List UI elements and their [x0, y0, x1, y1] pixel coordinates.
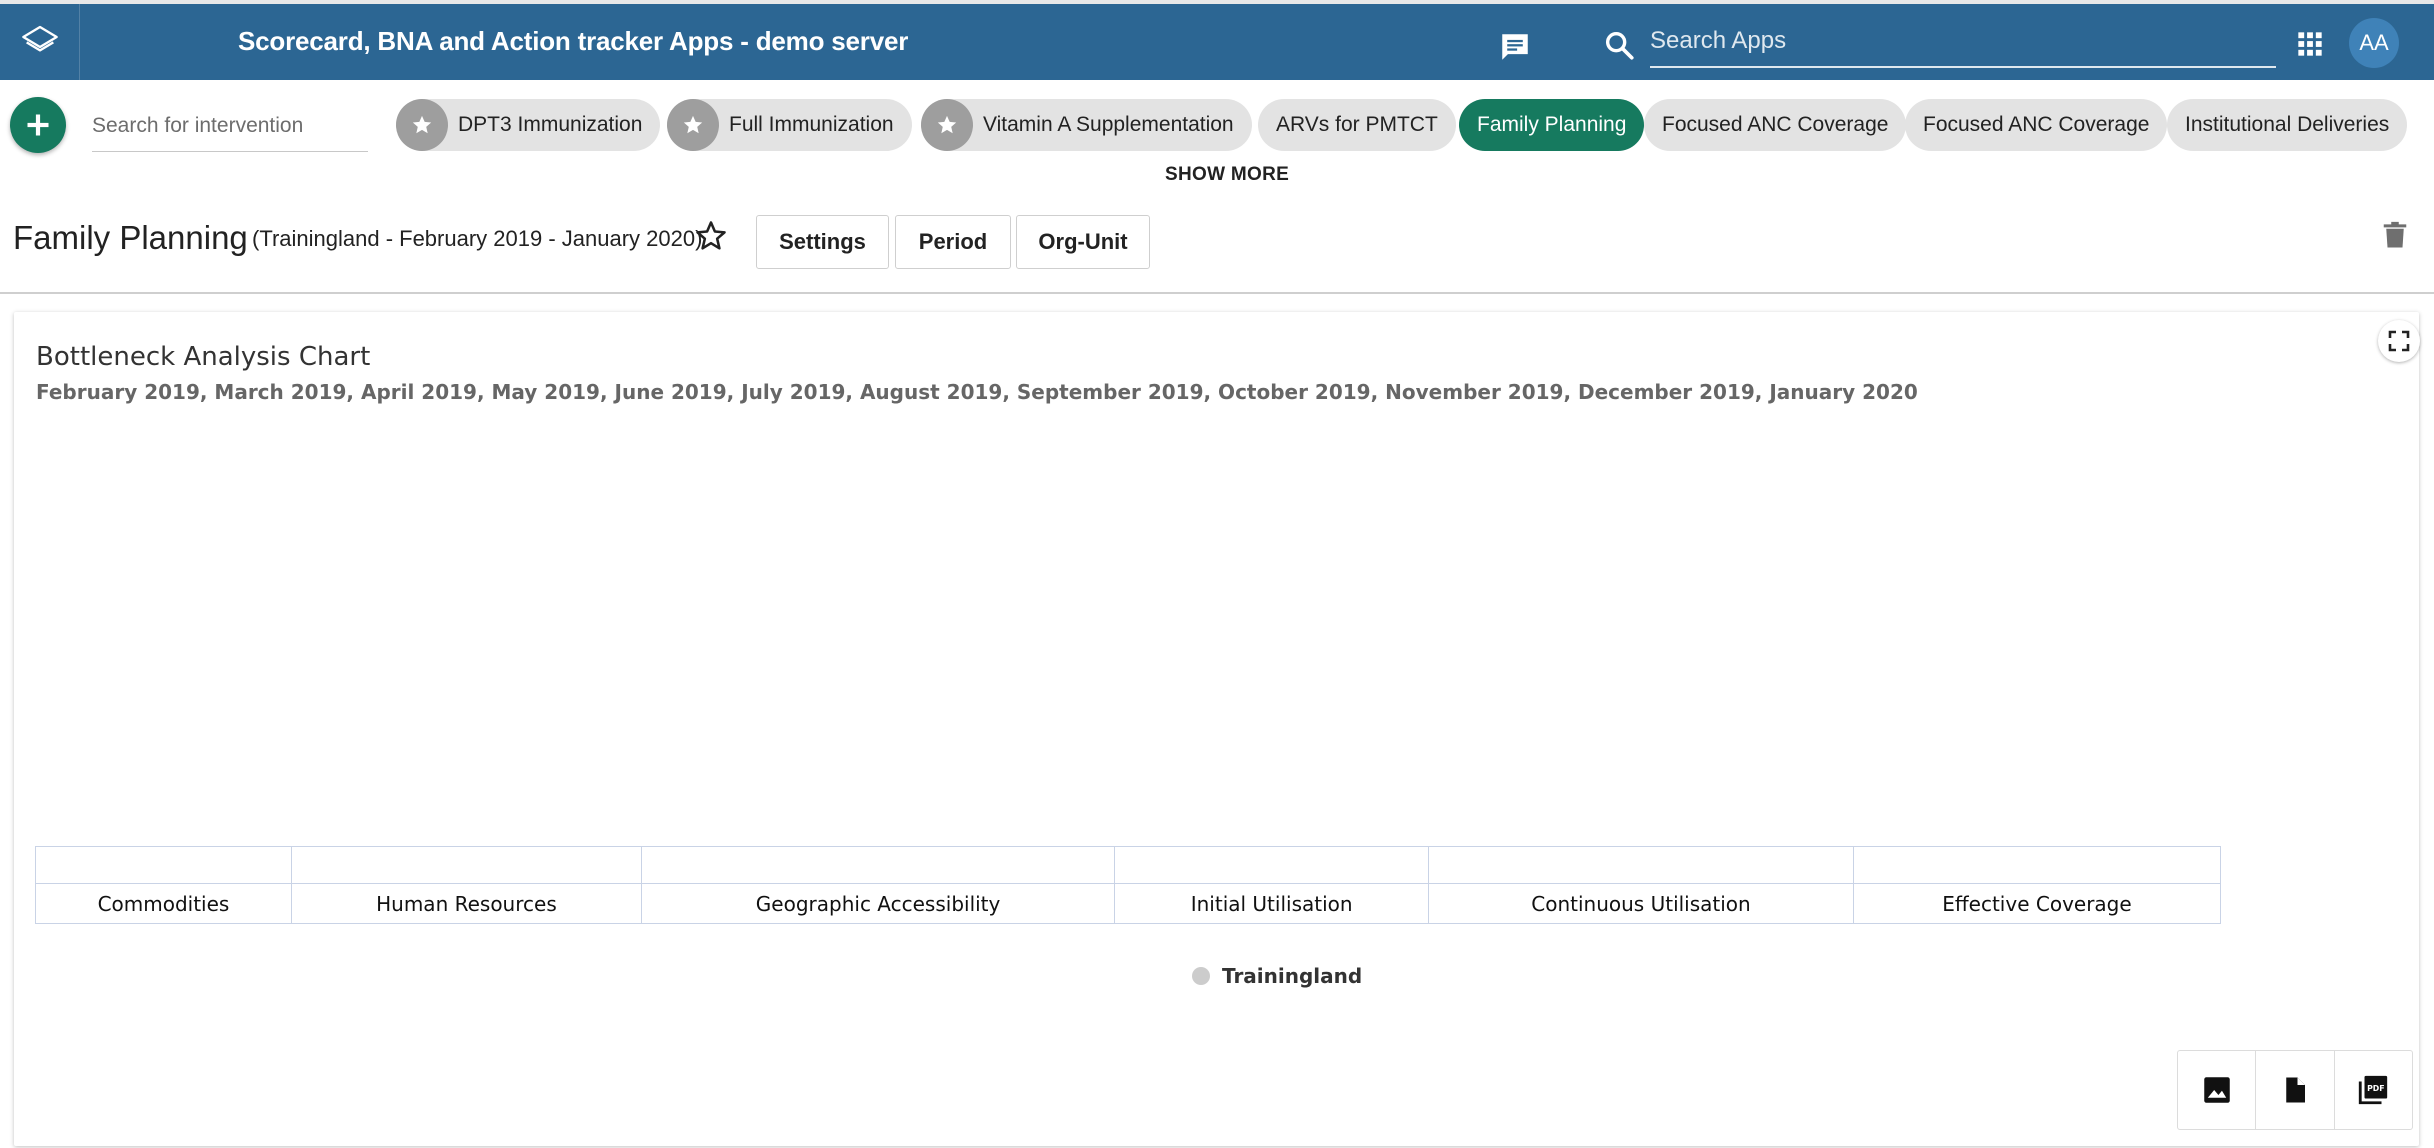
table-row: Commodities Human Resources Geographic A… — [35, 883, 2222, 924]
message-icon[interactable] — [1497, 30, 1533, 69]
apps-grid-icon[interactable] — [2296, 30, 2324, 63]
chip-full-immunization[interactable]: Full Immunization — [667, 99, 912, 151]
x-axis-label-effective-coverage: Effective Coverage — [1852, 883, 2222, 924]
fullscreen-icon — [2388, 330, 2410, 352]
user-avatar[interactable]: AA — [2349, 18, 2399, 68]
export-toolbar: PDF — [2177, 1050, 2413, 1130]
delete-icon[interactable] — [2380, 218, 2410, 257]
org-unit-button[interactable]: Org-Unit — [1016, 215, 1150, 269]
table-cell — [1114, 846, 1430, 884]
chart-subtitle: February 2019, March 2019, April 2019, M… — [36, 380, 1918, 404]
chip-label: Family Planning — [1477, 113, 1627, 136]
intervention-search-input[interactable] — [92, 102, 368, 150]
export-pdf-button[interactable]: PDF — [2335, 1051, 2412, 1129]
star-icon — [396, 99, 448, 151]
chip-family-planning[interactable]: Family Planning — [1459, 99, 1645, 151]
chip-arvs-for-pmtct[interactable]: ARVs for PMTCT — [1258, 99, 1456, 151]
chip-vitamin-a-supplementation[interactable]: Vitamin A Supplementation — [921, 99, 1252, 151]
favorite-star-icon[interactable] — [693, 218, 729, 259]
table-cell — [1852, 846, 2222, 884]
add-intervention-button[interactable] — [10, 97, 66, 153]
chip-label: Focused ANC Coverage — [1923, 113, 2150, 136]
search-apps-input[interactable] — [1650, 18, 2276, 64]
legend-marker — [1192, 967, 1210, 985]
table-cell — [640, 846, 1116, 884]
star-icon — [667, 99, 719, 151]
chart-title: Bottleneck Analysis Chart — [36, 342, 371, 372]
app-header: Scorecard, BNA and Action tracker Apps -… — [0, 0, 2434, 80]
chip-focused-anc-coverage-2[interactable]: Focused ANC Coverage — [1905, 99, 2168, 151]
x-axis-label-human-resources: Human Resources — [290, 883, 642, 924]
chip-label: DPT3 Immunization — [458, 113, 643, 136]
chart-card: Bottleneck Analysis Chart February 2019,… — [14, 312, 2420, 1146]
search-apps-field — [1650, 18, 2276, 68]
x-axis-label-commodities: Commodities — [35, 883, 292, 924]
layers-logo-icon[interactable] — [0, 4, 80, 80]
page-title-bar: Family Planning (Trainingland - February… — [0, 198, 2434, 294]
chart-legend-item[interactable]: Trainingland — [1192, 964, 1362, 988]
chart-category-table: Commodities Human Resources Geographic A… — [35, 846, 2222, 924]
search-icon[interactable] — [1602, 28, 1636, 67]
page-title: Family Planning — [13, 219, 248, 256]
table-cell — [35, 846, 292, 884]
chip-focused-anc-coverage[interactable]: Focused ANC Coverage — [1644, 99, 1907, 151]
settings-button[interactable]: Settings — [756, 215, 889, 269]
table-cell — [1428, 846, 1854, 884]
export-image-button[interactable] — [2178, 1051, 2257, 1129]
x-axis-label-geographic-accessibility: Geographic Accessibility — [640, 883, 1116, 924]
pdf-icon: PDF — [2359, 1075, 2388, 1105]
svg-text:PDF: PDF — [2367, 1084, 2384, 1093]
star-icon — [921, 99, 973, 151]
plus-icon — [27, 114, 49, 136]
chip-dpt3-immunization[interactable]: DPT3 Immunization — [396, 99, 661, 151]
x-axis-label-continuous-utilisation: Continuous Utilisation — [1428, 883, 1854, 924]
table-row — [35, 846, 2222, 884]
image-icon — [2203, 1077, 2230, 1103]
period-button[interactable]: Period — [895, 215, 1011, 269]
page-subtitle: (Trainingland - February 2019 - January … — [252, 226, 703, 251]
show-more-link[interactable]: SHOW MORE — [1165, 164, 1289, 186]
intervention-search-field — [92, 102, 368, 152]
table-cell — [290, 846, 642, 884]
legend-label: Trainingland — [1222, 964, 1363, 988]
chip-label: Institutional Deliveries — [2185, 113, 2390, 136]
export-file-button[interactable] — [2256, 1051, 2335, 1129]
chip-label: ARVs for PMTCT — [1276, 113, 1438, 136]
fullscreen-button[interactable] — [2378, 320, 2420, 362]
file-icon — [2286, 1077, 2305, 1103]
chip-institutional-deliveries[interactable]: Institutional Deliveries — [2167, 99, 2408, 151]
chip-label: Vitamin A Supplementation — [983, 113, 1234, 136]
app-title: Scorecard, BNA and Action tracker Apps -… — [238, 26, 909, 56]
x-axis-label-initial-utilisation: Initial Utilisation — [1114, 883, 1430, 924]
chip-label: Full Immunization — [729, 113, 894, 136]
chip-label: Focused ANC Coverage — [1662, 113, 1889, 136]
